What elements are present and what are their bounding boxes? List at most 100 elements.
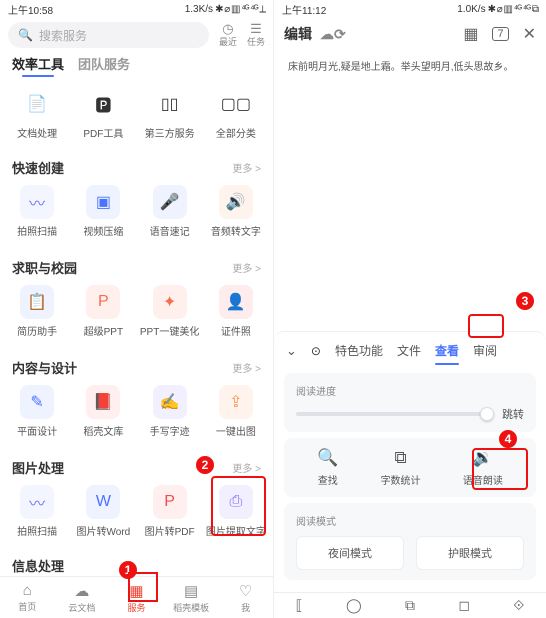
sheet-help-icon[interactable]: ⊙ bbox=[311, 344, 321, 358]
category-tabs: 效率工具 团队服务 bbox=[0, 52, 273, 79]
slider-thumb[interactable] bbox=[480, 407, 494, 421]
nav-home[interactable]: ⌂首页 bbox=[0, 577, 55, 618]
sheet-tabs: ⌄ ⊙ 特色功能 文件 查看 审阅 bbox=[284, 338, 536, 367]
tab-efficiency[interactable]: 效率工具 bbox=[12, 54, 64, 73]
grid-item[interactable]: ✍ 手写字迹 bbox=[140, 385, 200, 438]
progress-slider[interactable] bbox=[296, 412, 492, 416]
item-icon: 〰 bbox=[20, 485, 54, 519]
grid-item[interactable]: 👤证件照 bbox=[206, 285, 266, 338]
item-label: 超级PPT bbox=[84, 323, 123, 338]
grid-item[interactable]: P图片转PDF bbox=[140, 485, 200, 538]
section-head: 图片处理 更多 > bbox=[0, 452, 273, 477]
more-button[interactable]: 更多 > bbox=[232, 160, 261, 175]
item-label: 音频转文字 bbox=[211, 223, 261, 238]
sys-5[interactable]: ⟐ bbox=[513, 597, 524, 614]
home-icon: ⌂ bbox=[23, 582, 32, 599]
grid-item[interactable]: 📕稻壳文库 bbox=[73, 385, 133, 438]
more-button[interactable]: 更多 > bbox=[232, 260, 261, 275]
recent-button[interactable]: ◷ 最近 bbox=[219, 22, 237, 48]
top-all[interactable]: ▢▢全部分类 bbox=[206, 87, 266, 140]
doc-text: 床前明月光,疑是地上霜。举头望明月,低头思故乡。 bbox=[288, 62, 514, 73]
mode-night[interactable]: 夜间模式 bbox=[296, 536, 404, 570]
sheet-tab-file[interactable]: 文件 bbox=[397, 342, 421, 359]
top-pdf[interactable]: 🅿PDF工具 bbox=[73, 87, 133, 140]
sys-3[interactable]: ⧉ bbox=[405, 597, 415, 614]
sheet-tab-view[interactable]: 查看 bbox=[435, 342, 459, 359]
status-net: 1.3K/s bbox=[185, 4, 213, 15]
grid-item[interactable]: W图片转Word bbox=[73, 485, 133, 538]
nav-templates[interactable]: ▤稻壳模板 bbox=[164, 577, 219, 618]
section-title: 求职与校园 bbox=[12, 258, 77, 277]
system-navbar: ⟦ ◯ ⧉ ◻ ⟐ bbox=[274, 592, 546, 618]
right-screen: 上午11:12 1.0K/s ✱ ⌀ ▥ ⁴ᴳ ⁴ᴳ ⧉ 编辑 ☁⟳ ▦ 7 ✕… bbox=[273, 0, 546, 618]
item-label: 一键出图 bbox=[216, 423, 256, 438]
mode-label: 阅读模式 bbox=[296, 513, 524, 528]
section-head: 快速创建 更多 > bbox=[0, 152, 273, 177]
nav-me[interactable]: ♡我 bbox=[218, 577, 273, 618]
grid-item[interactable]: P超级PPT bbox=[73, 285, 133, 338]
item-label: 平面设计 bbox=[17, 423, 57, 438]
status-bar-r: 上午11:12 1.0K/s ✱ ⌀ ▥ ⁴ᴳ ⁴ᴳ ⧉ bbox=[274, 0, 546, 18]
item-label: 拍照扫描 bbox=[17, 523, 57, 538]
doc-icon: 📄 bbox=[20, 87, 54, 121]
grid-item[interactable]: ▣视频压缩 bbox=[73, 185, 133, 238]
item-icon: ✍ bbox=[153, 385, 187, 419]
item-label: 证件照 bbox=[221, 323, 251, 338]
mode-eye[interactable]: 护眼模式 bbox=[416, 536, 524, 570]
grid-item[interactable]: ⇪一键出图 bbox=[206, 385, 266, 438]
sheet-collapse[interactable]: ⌄ bbox=[286, 343, 297, 359]
anno-2-box bbox=[211, 476, 266, 536]
anno-3-box bbox=[468, 314, 504, 338]
more-button[interactable]: 更多 > bbox=[232, 460, 261, 475]
grid-item[interactable]: 🔊音频转文字 bbox=[206, 185, 266, 238]
tasks-button[interactable]: ☰ 任务 bbox=[247, 22, 265, 48]
item-label: 图片转Word bbox=[77, 523, 131, 538]
tool-find[interactable]: 🔍查找 bbox=[317, 448, 338, 487]
item-label: 手写字迹 bbox=[150, 423, 190, 438]
doc-topbar: 编辑 ☁⟳ ▦ 7 ✕ bbox=[274, 18, 546, 50]
grid-item[interactable]: ✎ 平面设计 bbox=[7, 385, 67, 438]
tab-team[interactable]: 团队服务 bbox=[78, 54, 130, 73]
item-label: 简历助手 bbox=[17, 323, 57, 338]
grid-icon[interactable]: ▦ bbox=[463, 24, 478, 44]
grid-item[interactable]: 🎤语音速记 bbox=[140, 185, 200, 238]
item-icon: 〰 bbox=[20, 185, 54, 219]
item-icon: ✎ bbox=[20, 385, 54, 419]
section-1: 求职与校园 更多 > 📋简历助手P超级PPT✦PPT一键美化👤证件照 bbox=[0, 250, 273, 350]
left-screen: 上午10:58 1.3K/s ✱ ⌀ ▥ ⁴ᴳ ⁴ᴳ ⟂ 🔍 搜索服务 ◷ 最近… bbox=[0, 0, 273, 618]
top-doc[interactable]: 📄文档处理 bbox=[7, 87, 67, 140]
tool-wordcount[interactable]: ⧉字数统计 bbox=[381, 448, 421, 487]
cloud-sync-icon[interactable]: ☁⟳ bbox=[320, 26, 346, 43]
page-indicator[interactable]: 7 bbox=[492, 27, 508, 41]
nav-cloud[interactable]: ☁云文档 bbox=[55, 577, 110, 618]
section-title: 图片处理 bbox=[12, 458, 64, 477]
document-body[interactable]: 床前明月光,疑是地上霜。举头望明月,低头思故乡。 bbox=[274, 50, 546, 280]
item-icon: ✦ bbox=[153, 285, 187, 319]
top-grid: 📄文档处理 🅿PDF工具 ▯▯第三方服务 ▢▢全部分类 bbox=[0, 79, 273, 150]
status-bar: 上午10:58 1.3K/s ✱ ⌀ ▥ ⁴ᴳ ⁴ᴳ ⟂ bbox=[0, 0, 273, 18]
doc-title: 编辑 bbox=[284, 24, 312, 44]
grid-item[interactable]: 〰拍照扫描 bbox=[7, 185, 67, 238]
item-icon: P bbox=[153, 485, 187, 519]
grid-item[interactable]: ✦PPT一键美化 bbox=[140, 285, 200, 338]
close-icon[interactable]: ✕ bbox=[523, 24, 536, 44]
grid-item[interactable]: 📋简历助手 bbox=[7, 285, 67, 338]
item-label: 语音速记 bbox=[150, 223, 190, 238]
sys-2[interactable]: ◯ bbox=[346, 597, 362, 614]
templates-icon: ▤ bbox=[184, 582, 198, 600]
sheet-tab-features[interactable]: 特色功能 bbox=[335, 342, 383, 359]
search-input[interactable]: 🔍 搜索服务 bbox=[8, 22, 209, 48]
sheet-tab-review[interactable]: 审阅 bbox=[473, 342, 497, 359]
grid-item[interactable]: 〰拍照扫描 bbox=[7, 485, 67, 538]
sys-4[interactable]: ◻ bbox=[458, 597, 470, 614]
section-0: 快速创建 更多 > 〰拍照扫描▣视频压缩🎤语音速记🔊音频转文字 bbox=[0, 150, 273, 250]
top-thirdparty[interactable]: ▯▯第三方服务 bbox=[140, 87, 200, 140]
item-label: 视频压缩 bbox=[83, 223, 123, 238]
mode-block: 阅读模式 夜间模式 护眼模式 bbox=[284, 503, 536, 580]
tasks-icon: ☰ bbox=[250, 22, 262, 35]
more-button[interactable]: 更多 > bbox=[232, 360, 261, 375]
sys-1[interactable]: ⟦ bbox=[296, 597, 303, 614]
search-icon: 🔍 bbox=[18, 28, 33, 42]
jump-button[interactable]: 跳转 bbox=[502, 406, 524, 422]
section-title: 快速创建 bbox=[12, 158, 64, 177]
